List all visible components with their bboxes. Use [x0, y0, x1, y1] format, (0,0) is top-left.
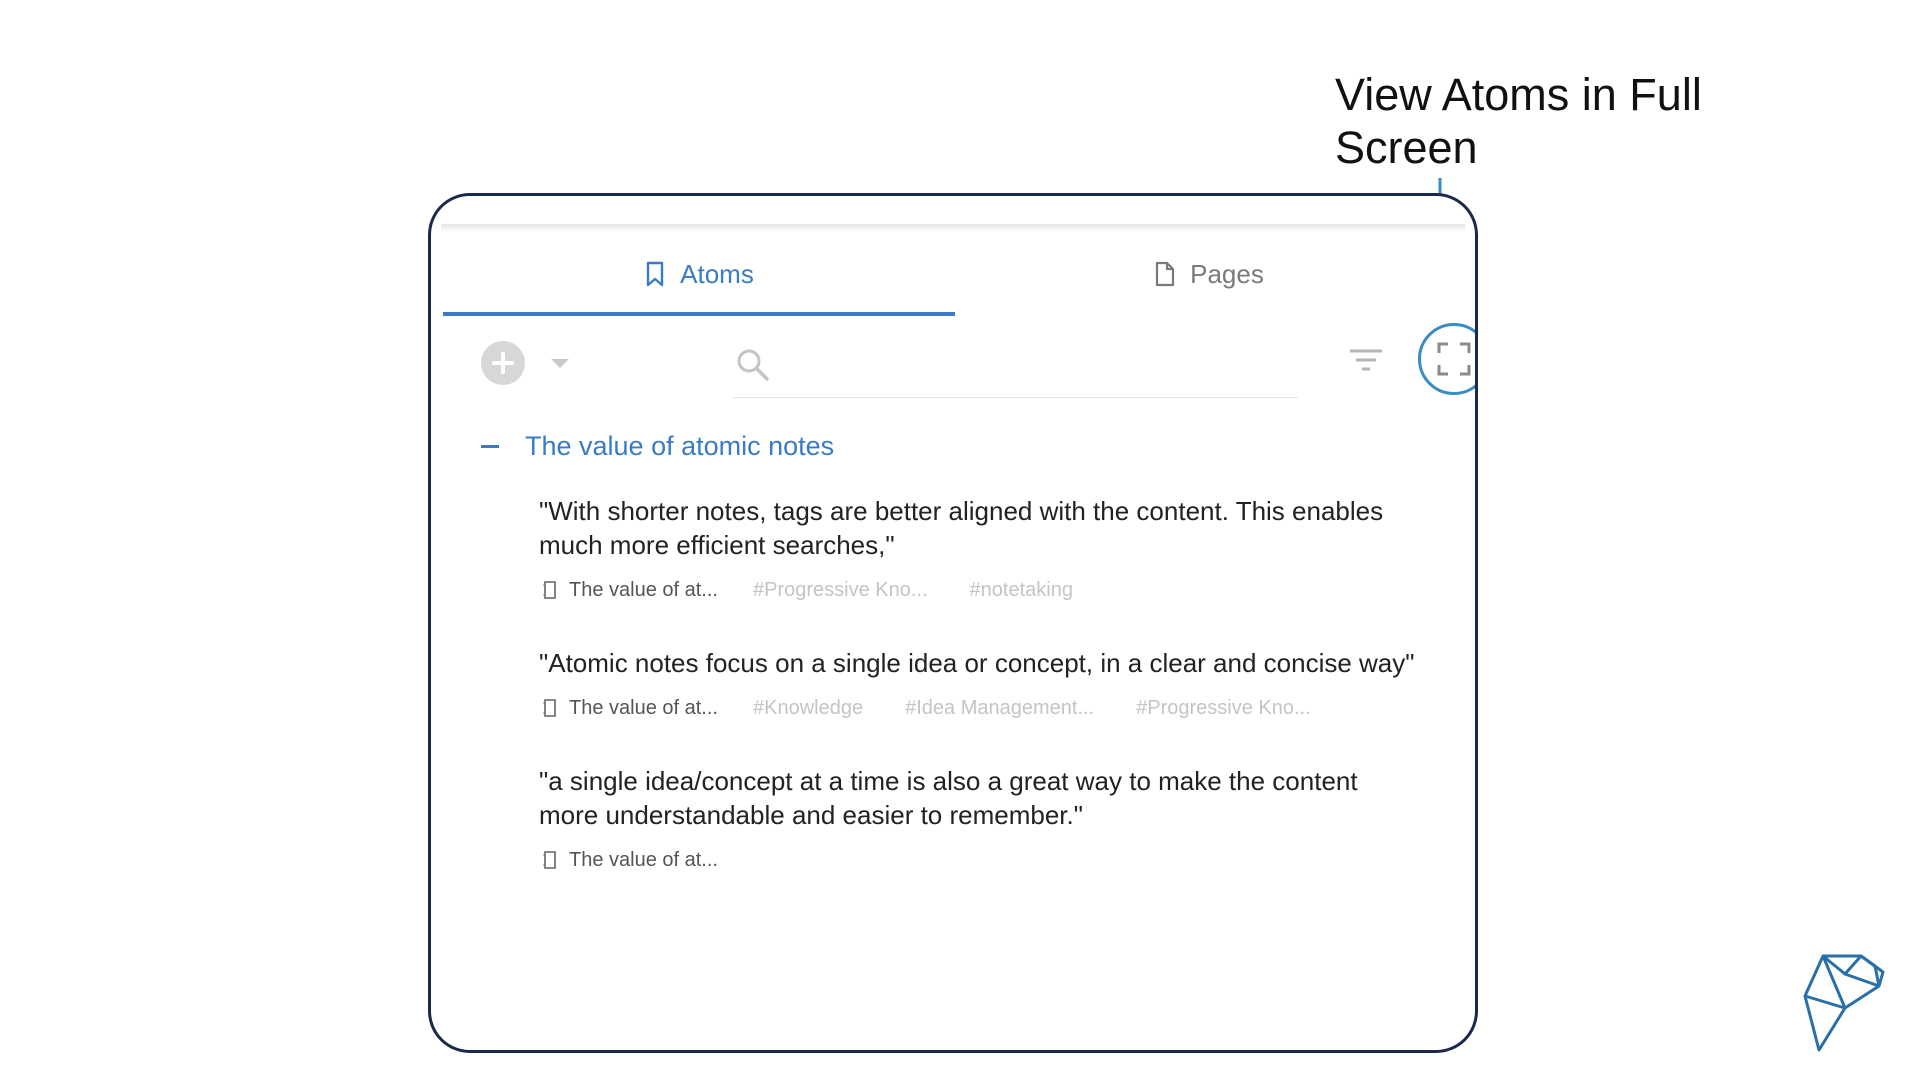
atom-tag[interactable]: #Idea Management...: [905, 697, 1094, 720]
filter-icon[interactable]: [1348, 346, 1384, 376]
atom-source[interactable]: The value of at...: [543, 849, 753, 872]
page-icon: [1156, 261, 1175, 287]
tab-pages-label: Pages: [1190, 258, 1264, 289]
atom-source[interactable]: The value of at...: [543, 697, 753, 720]
brand-logo-icon: [1803, 954, 1885, 1052]
search-icon: [737, 349, 769, 381]
atom-text: "a single idea/concept at a time is also…: [539, 766, 1358, 830]
group-title[interactable]: The value of atomic notes: [525, 431, 834, 462]
tab-atoms-label: Atoms: [680, 258, 754, 289]
annotation-line-2: Screen: [1335, 122, 1478, 173]
source-page-icon: [543, 699, 556, 717]
add-atom-button[interactable]: [481, 341, 525, 385]
atoms-toolbar: [443, 321, 1475, 421]
atom-item[interactable]: "Atomic notes focus on a single idea or …: [539, 646, 1459, 722]
collapse-minus-icon[interactable]: [481, 444, 499, 448]
bookmark-icon: [646, 261, 664, 287]
search-input[interactable]: [783, 341, 1287, 387]
tab-pages[interactable]: Pages: [955, 236, 1463, 312]
atom-source-label: The value of at...: [569, 578, 718, 601]
atom-tag[interactable]: #notetaking: [970, 579, 1073, 602]
plus-icon: [492, 352, 514, 374]
atom-source[interactable]: The value of at...: [543, 579, 753, 602]
source-page-icon: [543, 581, 556, 599]
atom-item[interactable]: "a single idea/concept at a time is also…: [539, 764, 1459, 874]
panel-top-shadow: [441, 224, 1465, 232]
atom-tag[interactable]: #Progressive Kno...: [1136, 697, 1311, 720]
atom-meta: The value of at...: [539, 846, 1459, 874]
search-box: [733, 327, 1298, 398]
atom-text: "Atomic notes focus on a single idea or …: [539, 648, 1415, 678]
atom-text: "With shorter notes, tags are better ali…: [539, 496, 1384, 560]
atom-source-label: The value of at...: [569, 696, 718, 719]
fullscreen-icon: [1437, 342, 1471, 376]
atoms-panel: Atoms Pages The value of atomic notes "W…: [428, 193, 1478, 1053]
fullscreen-button[interactable]: [1418, 323, 1475, 395]
annotation-line-1: View Atoms in Full: [1335, 69, 1702, 120]
atom-meta: The value of at... #Progressive Kno... #…: [539, 576, 1459, 604]
add-dropdown-chevron-icon[interactable]: [551, 359, 569, 368]
atom-meta: The value of at... #Knowledge #Idea Mana…: [539, 694, 1459, 722]
atom-list: "With shorter notes, tags are better ali…: [539, 494, 1459, 916]
tab-bar: Atoms Pages: [443, 236, 1463, 316]
tab-atoms[interactable]: Atoms: [443, 236, 955, 316]
atom-item[interactable]: "With shorter notes, tags are better ali…: [539, 494, 1459, 604]
atom-tag[interactable]: #Progressive Kno...: [753, 579, 928, 602]
annotation-label: View Atoms in Full Screen: [1335, 68, 1815, 174]
atom-tag[interactable]: #Knowledge: [753, 697, 863, 720]
atom-source-label: The value of at...: [569, 848, 718, 871]
source-page-icon: [543, 851, 556, 869]
group-header[interactable]: The value of atomic notes: [481, 426, 834, 466]
